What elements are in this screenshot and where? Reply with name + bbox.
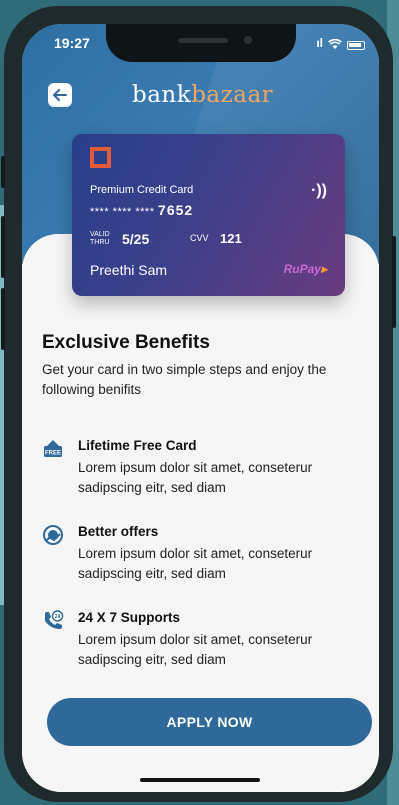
app-screen: 19:27 ıl bankbazaar Premium Credit Card … — [22, 24, 379, 792]
benefit-title: Better offers — [78, 524, 159, 539]
credit-card: Premium Credit Card ·)) **** **** **** 7… — [72, 134, 345, 296]
card-number: **** **** **** 7652 — [90, 202, 193, 218]
valid-label-line2: THRU — [90, 239, 110, 246]
side-button-volume-up — [1, 216, 5, 278]
front-camera — [244, 36, 252, 44]
section-title: Exclusive Benefits — [42, 332, 210, 353]
section-subtitle: Get your card in two simple steps and en… — [42, 362, 327, 397]
benefit-title: Lifetime Free Card — [78, 438, 197, 453]
free-badge-icon: FREE — [42, 438, 64, 460]
support-phone-icon: 24 — [42, 610, 64, 632]
side-button-power — [392, 236, 396, 328]
logo-text-bazaar: bazaar — [191, 82, 274, 108]
wifi-icon — [328, 39, 342, 49]
cvv-label: CVV — [190, 233, 209, 243]
status-icons: ıl — [316, 36, 365, 50]
side-button-mute — [1, 156, 5, 188]
notch — [106, 24, 296, 62]
cvv-value: 121 — [220, 231, 242, 246]
offers-icon — [42, 524, 64, 546]
offers-icon-svg — [43, 525, 63, 545]
valid-thru-value: 5/25 — [122, 231, 150, 247]
rupay-arrow: ▸ — [320, 262, 327, 276]
status-time: 19:27 — [54, 35, 90, 51]
battery-icon — [347, 41, 365, 50]
valid-thru-label: VALID THRU — [90, 231, 110, 247]
benefit-description: Lorem ipsum dolor sit amet, conseterur s… — [78, 632, 313, 667]
benefit-description: Lorem ipsum dolor sit amet, conseterur s… — [78, 460, 313, 495]
rupay-text: RuPay — [283, 262, 321, 276]
apply-now-button[interactable]: APPLY NOW — [47, 698, 372, 746]
speaker-grille — [178, 38, 228, 43]
benefit-description: Lorem ipsum dolor sit amet, conseterur s… — [78, 546, 313, 581]
bankbazaar-logo: bankbazaar — [132, 82, 273, 108]
card-logo-mark — [90, 147, 111, 168]
card-number-masked: **** **** **** — [90, 206, 155, 218]
support-phone-icon-svg: 24 — [45, 610, 64, 629]
signal-icon: ıl — [316, 36, 323, 50]
back-button[interactable] — [48, 83, 72, 107]
svg-text:24: 24 — [55, 614, 61, 620]
card-type-label: Premium Credit Card — [90, 184, 194, 196]
benefit-title: 24 X 7 Supports — [78, 610, 181, 625]
logo-text-bank: bank — [132, 82, 192, 108]
card-number-last4: 7652 — [158, 202, 194, 218]
card-holder-name: Preethi Sam — [90, 262, 168, 278]
arrow-left-icon — [53, 89, 67, 101]
free-badge-icon-svg: FREE — [44, 440, 62, 457]
side-button-volume-down — [1, 288, 5, 350]
home-indicator — [140, 778, 260, 782]
contactless-icon: ·)) — [311, 182, 327, 199]
svg-text:FREE: FREE — [45, 451, 61, 457]
phone-frame: 19:27 ıl bankbazaar Premium Credit Card … — [1, 6, 396, 802]
rupay-logo: RuPay▸ — [284, 262, 327, 276]
valid-label-line1: VALID — [90, 231, 110, 238]
